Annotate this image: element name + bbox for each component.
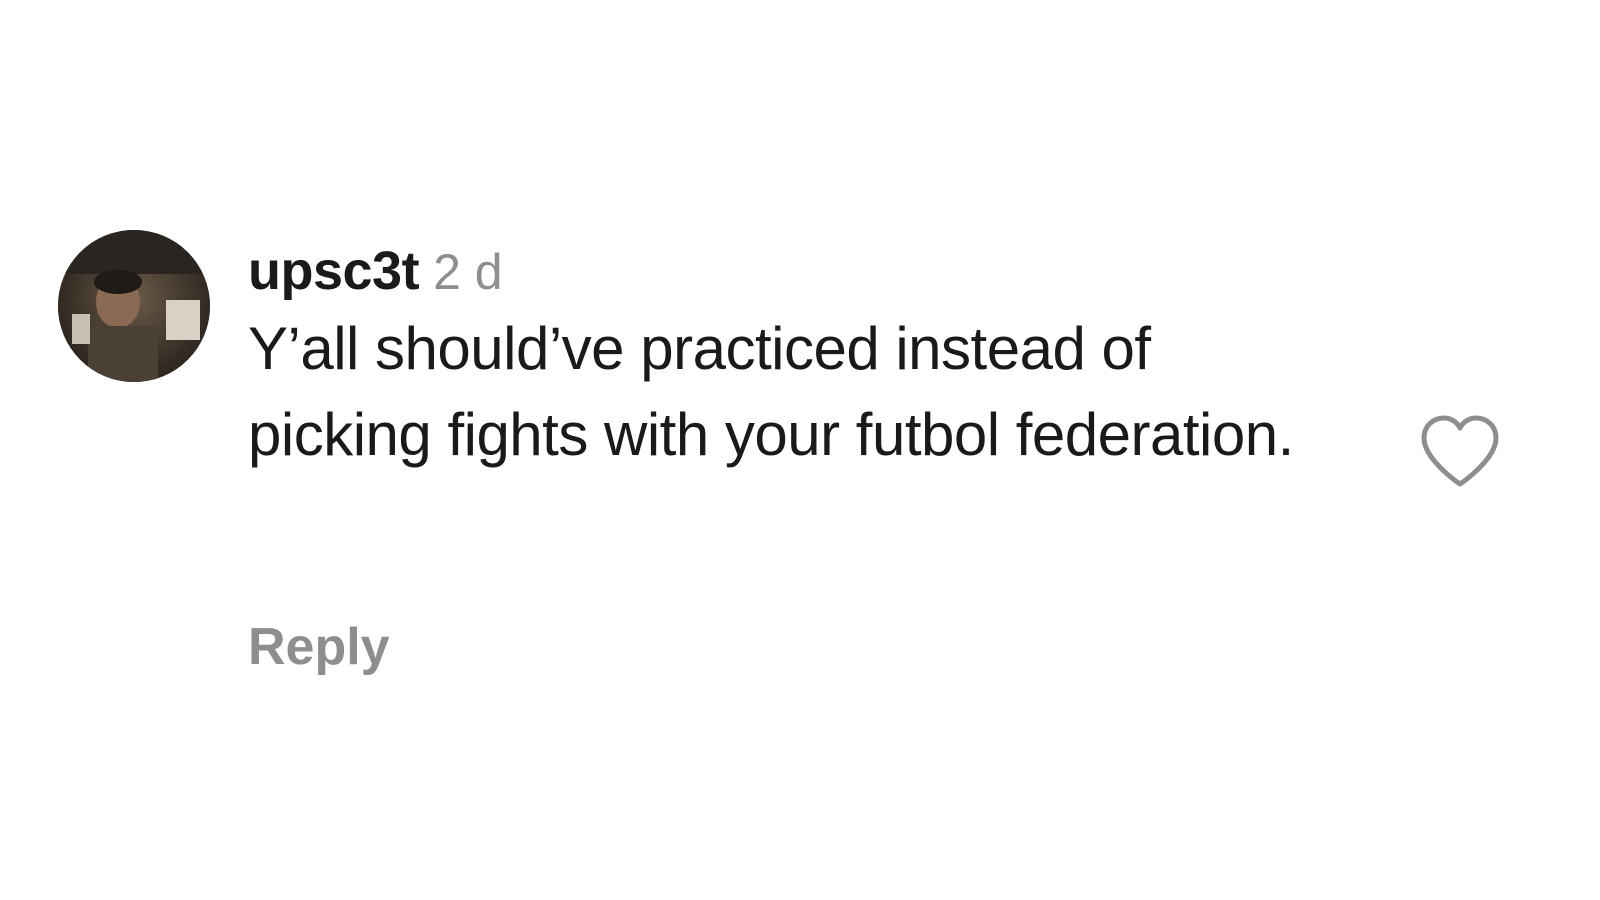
comment-meta: upsc3t 2 d <box>248 236 1368 306</box>
like-button[interactable] <box>1418 412 1502 490</box>
username[interactable]: upsc3t <box>248 241 420 301</box>
comment-text: Y’all should’ve practiced instead of pic… <box>248 315 1294 468</box>
avatar-photo <box>58 230 210 382</box>
avatar[interactable] <box>58 230 210 382</box>
comment-item: upsc3t 2 d Y’all should’ve practiced inst… <box>0 0 1600 900</box>
comment-content: upsc3t 2 d Y’all should’ve practiced inst… <box>248 236 1368 478</box>
reply-button[interactable]: Reply <box>248 612 390 682</box>
timestamp: 2 d <box>433 244 503 300</box>
heart-outline-icon <box>1421 415 1499 487</box>
